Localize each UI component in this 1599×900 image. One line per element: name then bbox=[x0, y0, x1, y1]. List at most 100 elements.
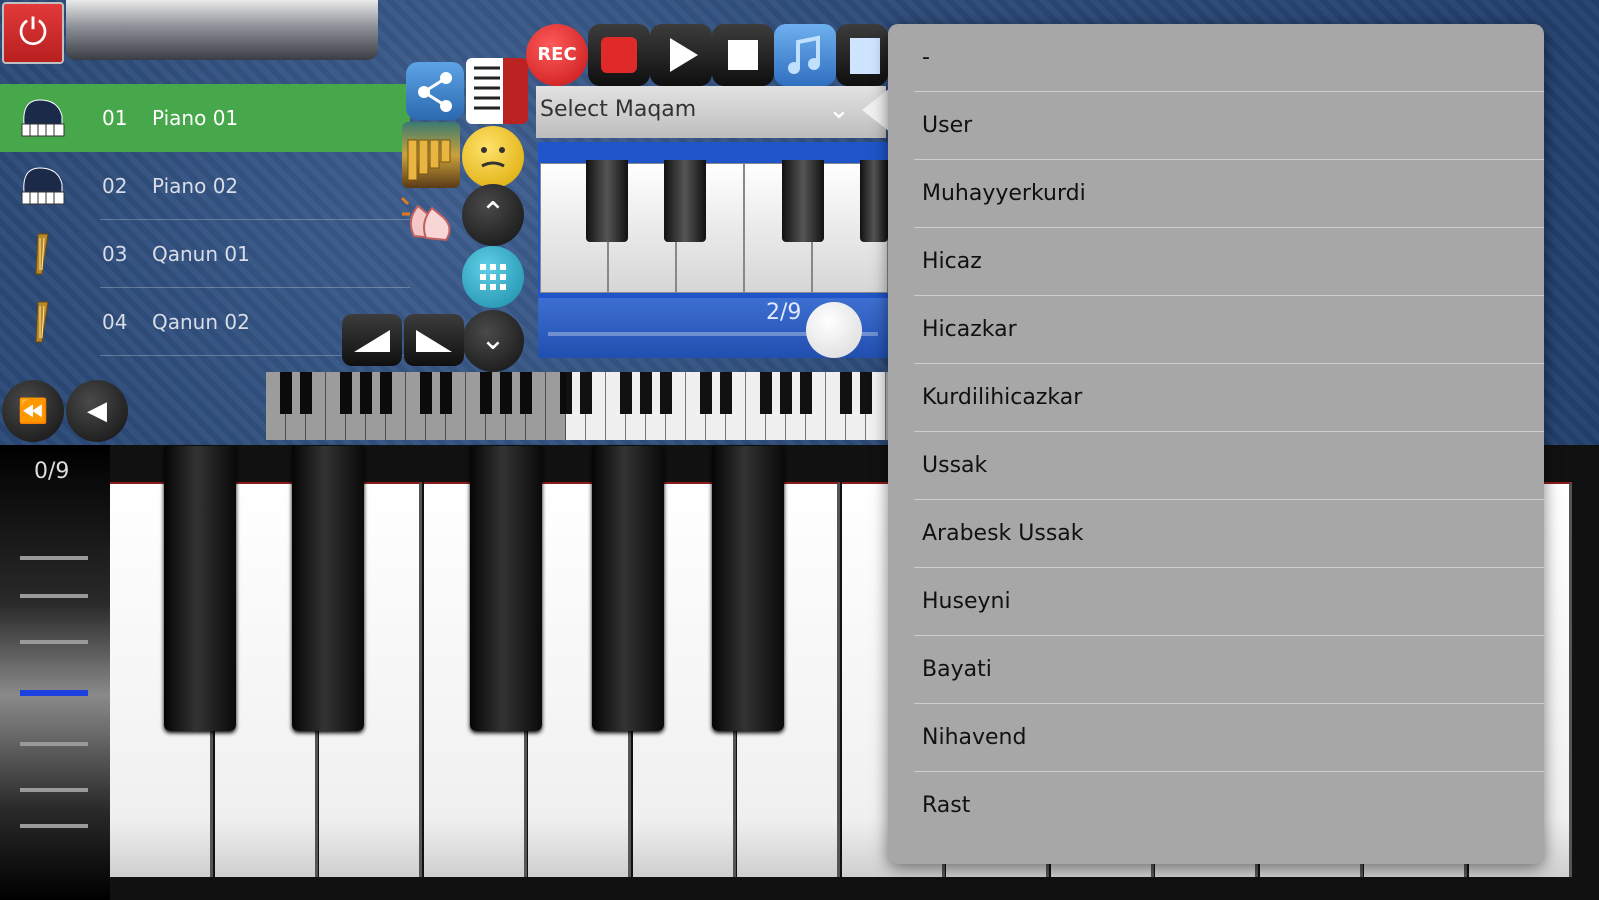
chevron-up-icon: ⌃ bbox=[480, 196, 506, 231]
upright-piano-icon bbox=[474, 66, 500, 110]
maqam-option-label: Ussak bbox=[922, 453, 988, 478]
maqam-option-label: Huseyni bbox=[922, 589, 1011, 614]
volume-up-ramp-button[interactable] bbox=[342, 314, 402, 366]
instrument-item-3[interactable]: 03 Qanun 01 bbox=[0, 220, 410, 288]
maqam-option-label: - bbox=[922, 45, 930, 70]
black-key[interactable] bbox=[292, 446, 364, 731]
maqam-option[interactable]: Arabesk Ussak bbox=[888, 500, 1544, 568]
maqam-option[interactable]: Muhayyerkurdi bbox=[888, 160, 1544, 228]
velocity-label: 0/9 bbox=[34, 459, 70, 484]
maqam-option-label: Nihavend bbox=[922, 725, 1027, 750]
grid-button[interactable] bbox=[462, 246, 524, 308]
maqam-option[interactable]: Hicazkar bbox=[888, 296, 1544, 364]
piano-view-button[interactable] bbox=[466, 58, 528, 124]
dropdown-caret bbox=[862, 88, 890, 132]
clapping-hands-icon bbox=[400, 196, 451, 242]
navigator-shade bbox=[266, 372, 566, 440]
black-key[interactable] bbox=[712, 446, 784, 731]
velocity-tick bbox=[20, 556, 88, 560]
pan-flute-icon bbox=[407, 139, 451, 181]
maqam-option[interactable]: User bbox=[888, 92, 1544, 160]
grid-icon bbox=[480, 264, 506, 290]
rewind-button[interactable]: ⏪ bbox=[2, 380, 64, 442]
power-icon: ⏻ bbox=[18, 12, 48, 53]
velocity-indicator[interactable] bbox=[20, 690, 88, 696]
maqam-select-label: Select Maqam bbox=[540, 97, 697, 122]
velocity-panel[interactable]: 0/9 bbox=[0, 445, 110, 900]
notes-button[interactable] bbox=[836, 24, 888, 86]
navigator-black-key bbox=[700, 372, 712, 414]
mini-black-key[interactable] bbox=[782, 160, 824, 242]
octave-slider-thumb[interactable] bbox=[806, 302, 862, 358]
maqam-option-label: Muhayyerkurdi bbox=[922, 181, 1086, 206]
maqam-option[interactable]: Hicaz bbox=[888, 228, 1544, 296]
maqam-option-label: Kurdilihicazkar bbox=[922, 385, 1083, 410]
mini-black-key[interactable] bbox=[586, 160, 628, 242]
instrument-item-2[interactable]: 02 Piano 02 bbox=[0, 152, 410, 220]
maqam-option[interactable]: Kurdilihicazkar bbox=[888, 364, 1544, 432]
clap-button[interactable] bbox=[400, 186, 462, 248]
music-library-button[interactable] bbox=[774, 24, 836, 86]
grand-piano-icon bbox=[18, 94, 68, 142]
maqam-option-label: Hicaz bbox=[922, 249, 982, 274]
stop-button[interactable] bbox=[712, 24, 774, 86]
velocity-tick bbox=[20, 640, 88, 644]
velocity-tick bbox=[20, 594, 88, 598]
instrument-number: 01 bbox=[102, 106, 128, 130]
stop-record-button[interactable] bbox=[588, 24, 650, 86]
share-icon bbox=[418, 72, 452, 112]
ramp-up-icon bbox=[354, 330, 390, 352]
volume-down-ramp-button[interactable] bbox=[404, 314, 464, 366]
instrument-number: 04 bbox=[102, 310, 128, 334]
volume-bar[interactable] bbox=[66, 0, 378, 60]
maqam-option-label: User bbox=[922, 113, 973, 138]
play-button[interactable] bbox=[650, 24, 712, 86]
instrument-item-1[interactable]: 01 Piano 01 bbox=[0, 84, 410, 152]
navigator-black-key bbox=[620, 372, 632, 414]
maqam-select[interactable]: Select Maqam ⌄ bbox=[536, 86, 886, 138]
grand-piano-icon bbox=[18, 162, 68, 210]
octave-label: 2/9 bbox=[766, 300, 802, 325]
mini-black-key[interactable] bbox=[664, 160, 706, 242]
velocity-tick bbox=[20, 742, 88, 746]
velocity-tick bbox=[20, 824, 88, 828]
navigator-black-key bbox=[840, 372, 852, 414]
stop-icon bbox=[728, 40, 758, 70]
power-button[interactable]: ⏻ bbox=[2, 2, 64, 64]
instrument-number: 03 bbox=[102, 242, 128, 266]
ramp-down-icon bbox=[416, 330, 452, 352]
black-key[interactable] bbox=[592, 446, 664, 731]
maqam-option[interactable]: Ussak bbox=[888, 432, 1544, 500]
record-button[interactable]: REC bbox=[526, 24, 588, 86]
instrument-number: 02 bbox=[102, 174, 128, 198]
share-button[interactable] bbox=[406, 62, 464, 120]
maqam-option-label: Arabesk Ussak bbox=[922, 521, 1084, 546]
maqam-option[interactable]: Rast bbox=[888, 772, 1544, 840]
previous-button[interactable]: ◀ bbox=[66, 380, 128, 442]
navigator-black-key bbox=[720, 372, 732, 414]
black-key[interactable] bbox=[164, 446, 236, 731]
maqam-option[interactable]: Nihavend bbox=[888, 704, 1544, 772]
navigator-black-key bbox=[660, 372, 672, 414]
scroll-up-button[interactable]: ⌃ bbox=[462, 184, 524, 246]
maqam-option[interactable]: Huseyni bbox=[888, 568, 1544, 636]
chevron-down-icon: ⌄ bbox=[480, 322, 506, 357]
rewind-icon: ⏪ bbox=[18, 397, 48, 425]
navigator-black-key bbox=[800, 372, 812, 414]
maqam-option[interactable]: Bayati bbox=[888, 636, 1544, 704]
pan-flute-button[interactable] bbox=[402, 122, 460, 188]
mini-black-key[interactable] bbox=[860, 160, 888, 242]
scroll-down-button[interactable]: ⌄ bbox=[462, 310, 524, 372]
music-note-icon bbox=[788, 35, 820, 74]
maqam-option[interactable]: - bbox=[888, 24, 1544, 92]
instrument-name: Piano 02 bbox=[152, 174, 239, 198]
navigator-black-key bbox=[860, 372, 872, 414]
maqam-option-label: Hicazkar bbox=[922, 317, 1017, 342]
left-arrow-icon: ◀ bbox=[87, 396, 107, 426]
maqam-option-label: Bayati bbox=[922, 657, 992, 682]
navigator-black-key bbox=[640, 372, 652, 414]
emoji-button[interactable] bbox=[462, 126, 524, 188]
navigator-black-key bbox=[580, 372, 592, 414]
play-icon bbox=[670, 38, 698, 72]
black-key[interactable] bbox=[470, 446, 542, 731]
